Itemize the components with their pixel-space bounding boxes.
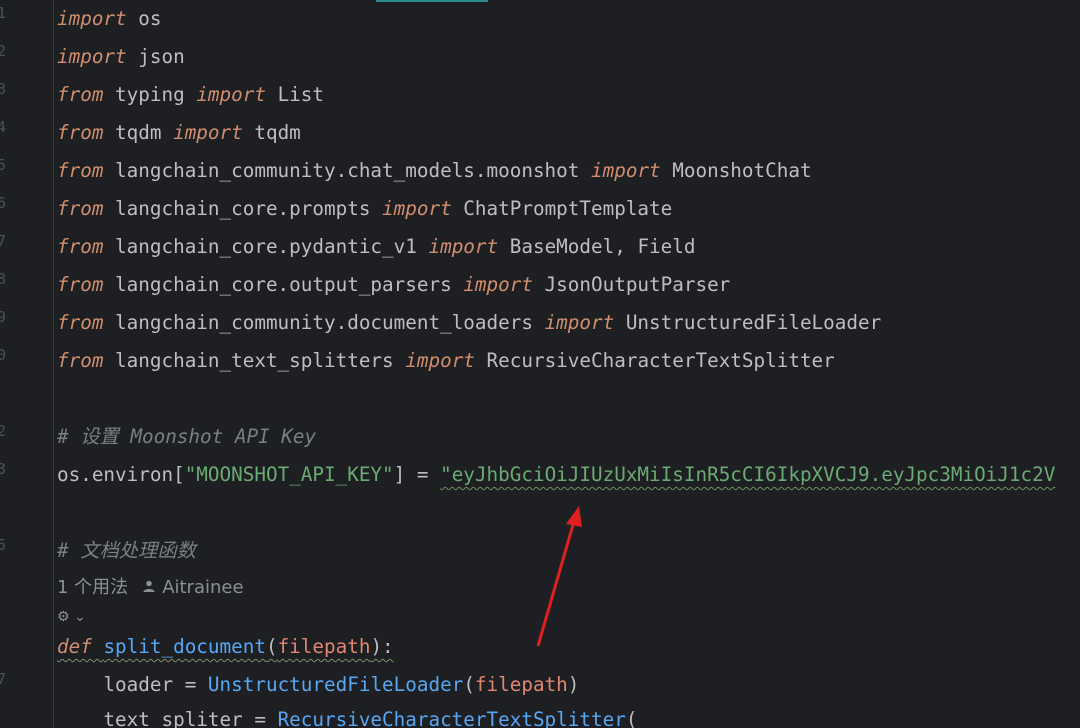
author-name[interactable]: Aitrainee xyxy=(162,577,243,598)
keyword: from xyxy=(57,311,104,334)
arrow-shaft xyxy=(536,517,577,647)
keyword: import xyxy=(57,45,127,68)
arrow-head xyxy=(566,506,582,527)
module-name: langchain_community.document_loaders xyxy=(103,311,545,334)
module-name: langchain_core.pydantic_v1 xyxy=(103,235,429,258)
code-line-3[interactable]: from typing import List xyxy=(57,80,324,110)
line-number: 7 xyxy=(0,232,6,250)
import-name: JsonOutputParser xyxy=(532,273,731,296)
import-name: ChatPromptTemplate xyxy=(451,197,673,220)
class-name: UnstructuredFileLoader xyxy=(207,673,464,696)
line-number: 6 xyxy=(0,194,6,212)
parameter: filepath xyxy=(474,673,568,696)
env-key-string: "MOONSHOT_API_KEY" xyxy=(184,463,394,486)
splitter-lhs: text_spliter = xyxy=(57,708,278,728)
module-name: langchain_core.prompts xyxy=(103,197,383,220)
line-number: 5 xyxy=(0,536,6,554)
api-key-value: "eyJhbGciOiJIUzUxMiIsInR5cCI6IkpXVCJ9.ey… xyxy=(440,463,1056,486)
import-name: tqdm xyxy=(242,121,301,144)
env-assign: ] = xyxy=(393,463,441,486)
line-number: 8 xyxy=(0,270,6,288)
keyword: import xyxy=(544,311,615,334)
comment-api-key[interactable]: # 设置 Moonshot API Key xyxy=(57,422,316,452)
keyword: import xyxy=(405,349,475,372)
keyword: import xyxy=(591,159,661,182)
keyword: import xyxy=(57,7,127,30)
usage-hint[interactable]: 1 个用法 Aitrainee xyxy=(57,574,244,602)
keyword: import xyxy=(463,273,533,296)
code-line-7[interactable]: from langchain_core.pydantic_v1 import B… xyxy=(57,232,695,262)
keyword: import xyxy=(196,83,266,106)
code-line-10[interactable]: from langchain_text_splitters import Rec… xyxy=(57,346,835,376)
module-name: os xyxy=(126,7,162,30)
line-number: 9 xyxy=(0,308,6,326)
line-number: 0 xyxy=(0,346,6,364)
usage-count[interactable]: 1 个用法 xyxy=(57,577,128,598)
keyword: from xyxy=(57,83,104,106)
module-name: langchain_core.output_parsers xyxy=(103,273,464,296)
keyword: import xyxy=(428,235,499,258)
keyword: from xyxy=(57,273,104,296)
code-line-9[interactable]: from langchain_community.document_loader… xyxy=(57,308,881,338)
keyword: import xyxy=(173,121,243,144)
line-number: 2 xyxy=(0,422,6,440)
line-number: 1 xyxy=(0,4,6,22)
import-name: RecursiveCharacterTextSplitter xyxy=(474,349,835,372)
code-line-2[interactable]: import json xyxy=(57,42,185,72)
line-number: 7 xyxy=(0,670,6,688)
import-name: MoonshotChat xyxy=(660,159,812,182)
splitter-tail: ( xyxy=(625,708,638,728)
keyword: from xyxy=(57,159,104,182)
code-line-6[interactable]: from langchain_core.prompts import ChatP… xyxy=(57,194,672,224)
line-number: 4 xyxy=(0,118,6,136)
code-line-def[interactable]: def split_document(filepath): xyxy=(57,632,394,662)
def-tail: ): xyxy=(370,635,394,658)
keyword: import xyxy=(382,197,452,220)
module-name: langchain_text_splitters xyxy=(103,349,406,372)
code-line-splitter[interactable]: text_spliter = RecursiveCharacterTextSpl… xyxy=(57,705,637,728)
import-name: UnstructuredFileLoader xyxy=(614,311,882,334)
line-number: 5 xyxy=(0,156,6,174)
line-number: 3 xyxy=(0,80,6,98)
module-name: tqdm xyxy=(103,121,174,144)
active-tab-indicator xyxy=(376,0,488,2)
code-line-8[interactable]: from langchain_core.output_parsers impor… xyxy=(57,270,730,300)
module-name: json xyxy=(126,45,185,68)
code-line-5[interactable]: from langchain_community.chat_models.moo… xyxy=(57,156,812,186)
keyword: from xyxy=(57,349,104,372)
user-icon xyxy=(142,574,158,602)
env-prefix: os.environ[ xyxy=(57,463,185,486)
code-line-1[interactable]: import os xyxy=(57,4,161,34)
keyword: from xyxy=(57,197,104,220)
ai-assistant-icon[interactable]: ⚙ ⌄ xyxy=(57,606,86,628)
line-number: 3 xyxy=(0,460,6,478)
import-name: List xyxy=(265,83,325,106)
code-line-loader[interactable]: loader = UnstructuredFileLoader(filepath… xyxy=(57,670,579,700)
keyword: def xyxy=(57,635,92,658)
line-number: 2 xyxy=(0,42,6,60)
parameter: filepath xyxy=(277,635,371,658)
module-name: typing xyxy=(103,83,197,106)
indent-guide xyxy=(53,0,54,728)
keyword: from xyxy=(57,121,104,144)
module-name: langchain_community.chat_models.moonshot xyxy=(103,159,591,182)
line-number-gutter: 1 2 3 4 5 6 7 8 9 0 2 3 5 7 xyxy=(0,0,46,728)
function-name: split_document xyxy=(103,635,266,658)
import-name: BaseModel, Field xyxy=(498,235,696,258)
comment-doc-processing[interactable]: # 文档处理函数 xyxy=(57,536,196,566)
loader-lhs: loader = xyxy=(57,673,208,696)
class-name: RecursiveCharacterTextSplitter xyxy=(277,708,626,728)
keyword: from xyxy=(57,235,104,258)
code-line-env[interactable]: os.environ["MOONSHOT_API_KEY"] = "eyJhbG… xyxy=(57,460,1055,490)
code-editor[interactable]: 1 2 3 4 5 6 7 8 9 0 2 3 5 7 import os im… xyxy=(0,0,1080,728)
code-line-4[interactable]: from tqdm import tqdm xyxy=(57,118,301,148)
